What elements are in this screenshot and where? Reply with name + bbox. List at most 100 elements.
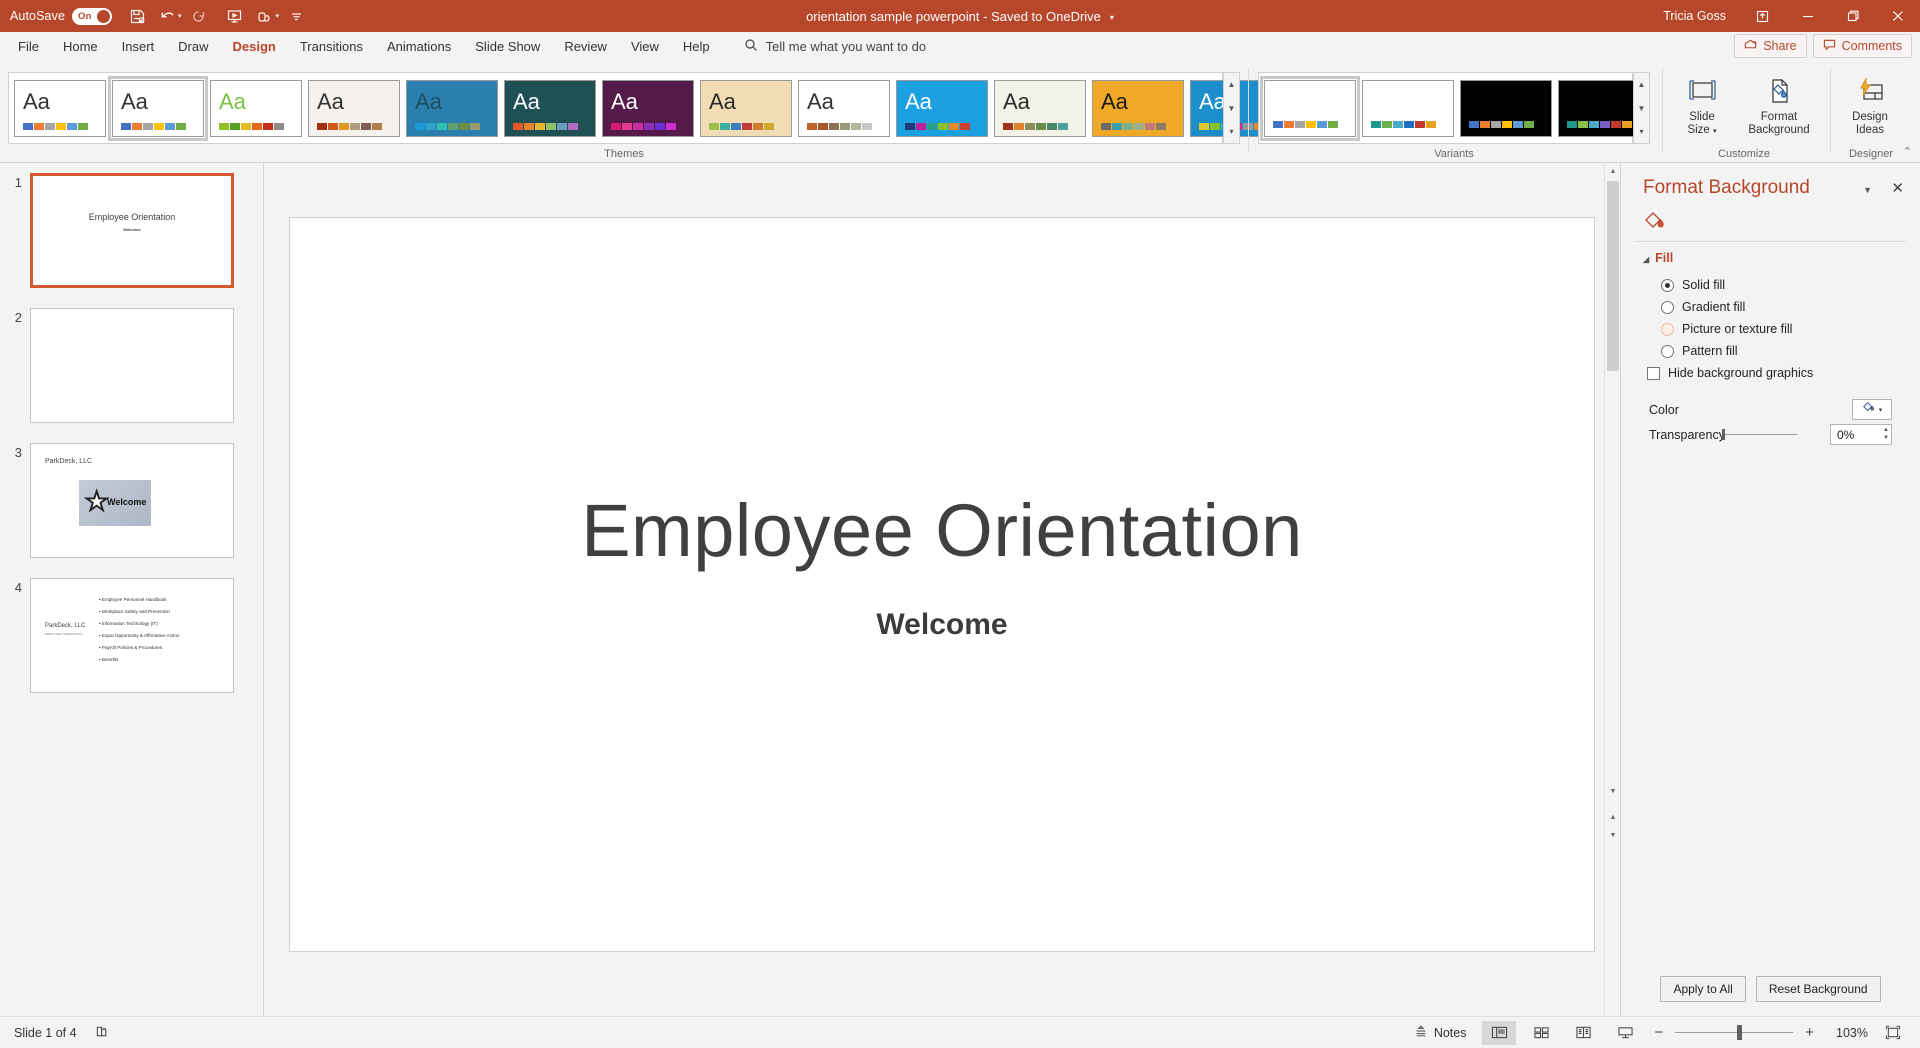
color-picker-button[interactable]: ▾	[1852, 399, 1892, 420]
slide-thumbnail-4[interactable]: ParkDeck, LLC EMPLOYEE ORIENTATION • Emplo…	[30, 578, 234, 693]
theme-tile-celestial-theme[interactable]: Aa	[896, 79, 988, 137]
user-name-label[interactable]: Tricia Goss	[1663, 9, 1726, 23]
gradient-fill-option[interactable]: Gradient fill	[1661, 300, 1745, 314]
theme-tile-crop-theme[interactable]: Aa	[798, 79, 890, 137]
scroll-up-icon[interactable]: ▲	[1605, 163, 1621, 179]
slide-thumbnail-2[interactable]	[30, 308, 234, 423]
slide-thumbnail-row[interactable]: 1 Employee Orientation Welcome	[0, 173, 250, 288]
gradient-fill-radio[interactable]	[1661, 300, 1674, 314]
design-ideas-button[interactable]: Design Ideas	[1838, 70, 1902, 146]
slide-thumbnail-panel[interactable]: 1 Employee Orientation Welcome 2 3 ParkDeck, …	[0, 163, 264, 1016]
slide-show-icon[interactable]	[1608, 1021, 1642, 1045]
color-dropdown-caret[interactable]: ▾	[1879, 406, 1883, 414]
scroll-down-icon[interactable]: ▼	[1605, 783, 1621, 799]
variant-tile-variant-1[interactable]	[1260, 75, 1360, 141]
slide-canvas[interactable]: Employee Orientation Welcome	[289, 217, 1595, 952]
hide-background-graphics-checkbox[interactable]	[1647, 366, 1660, 380]
theme-tile-badge-theme[interactable]: Aa	[700, 79, 792, 137]
tab-review[interactable]: Review	[552, 33, 619, 59]
zoom-out-button[interactable]: −	[1650, 1024, 1667, 1041]
start-presentation-icon[interactable]	[220, 1, 250, 31]
theme-tile-office-theme-2[interactable]: Aa	[108, 75, 208, 141]
tab-draw[interactable]: Draw	[166, 33, 220, 59]
maximize-icon[interactable]	[1830, 0, 1875, 32]
customize-qat-icon[interactable]	[281, 1, 311, 31]
fill-bucket-icon[interactable]	[1643, 209, 1669, 238]
variants-gallery-scrollbar[interactable]: ▲ ▼ ▾	[1633, 72, 1650, 144]
slide-thumbnail-row[interactable]: 2	[0, 308, 250, 423]
themes-gallery-scrollbar[interactable]: ▲ ▼ ▾	[1223, 72, 1240, 144]
redo-icon[interactable]	[184, 1, 214, 31]
next-slide-icon[interactable]: ▼	[1605, 827, 1621, 843]
tab-transitions[interactable]: Transitions	[288, 33, 375, 59]
hide-background-graphics-option[interactable]: Hide background graphics	[1647, 366, 1813, 380]
fit-slide-to-window-icon[interactable]	[1876, 1021, 1910, 1045]
save-icon[interactable]	[122, 1, 152, 31]
touch-mode-caret[interactable]: ▾	[276, 12, 280, 20]
tab-slide-show[interactable]: Slide Show	[463, 33, 552, 59]
apply-to-all-button[interactable]: Apply to All	[1660, 976, 1746, 1002]
share-button[interactable]: Share	[1734, 34, 1807, 58]
zoom-slider-handle[interactable]	[1737, 1025, 1743, 1040]
variant-tile-variant-3[interactable]	[1460, 79, 1552, 137]
variants-gallery[interactable]	[1258, 72, 1650, 144]
pane-close-icon[interactable]: ✕	[1891, 179, 1904, 197]
pattern-fill-option[interactable]: Pattern fill	[1661, 344, 1738, 358]
tab-design[interactable]: Design	[221, 33, 288, 59]
variant-tile-variant-2[interactable]	[1362, 79, 1454, 137]
pane-options-caret-icon[interactable]: ▼	[1863, 185, 1872, 195]
variants-scroll-down-icon[interactable]: ▼	[1634, 97, 1649, 120]
reset-background-button[interactable]: Reset Background	[1755, 976, 1881, 1002]
tab-file[interactable]: File	[6, 33, 51, 59]
variants-more-icon[interactable]: ▾	[1634, 120, 1649, 143]
comments-button[interactable]: Comments	[1812, 34, 1912, 58]
transparency-spin-box[interactable]: 0% ▲ ▼	[1830, 424, 1892, 445]
zoom-level-label[interactable]: 103%	[1826, 1026, 1868, 1040]
slide-thumbnail-row[interactable]: 4 ParkDeck, LLC EMPLOYEE ORIENTATION • Empl…	[0, 578, 250, 693]
slide-size-button[interactable]: Slide Size ▾	[1670, 70, 1734, 146]
slide-thumbnail-row[interactable]: 3 ParkDeck, LLC ★ Welcome	[0, 443, 250, 558]
transparency-slider-handle[interactable]	[1722, 429, 1725, 440]
transparency-spin-down-icon[interactable]: ▼	[1883, 434, 1889, 442]
reading-view-icon[interactable]	[1566, 1021, 1600, 1045]
slide-title-placeholder[interactable]: Employee Orientation	[290, 488, 1594, 573]
format-background-button[interactable]: Format Background	[1736, 70, 1822, 146]
normal-view-icon[interactable]	[1482, 1020, 1517, 1045]
transparency-spin-up-icon[interactable]: ▲	[1883, 426, 1889, 434]
theme-tile-frame-theme[interactable]: Aa	[1092, 79, 1184, 137]
fill-section-header[interactable]: ◢ Fill	[1643, 251, 1673, 265]
variants-scroll-up-icon[interactable]: ▲	[1634, 73, 1649, 96]
slide-thumbnail-3[interactable]: ParkDeck, LLC ★ Welcome	[30, 443, 234, 558]
minimize-icon[interactable]	[1785, 0, 1830, 32]
theme-tile-quotable-theme[interactable]: Aa	[504, 79, 596, 137]
slide-area-vertical-scrollbar[interactable]: ▲ ▼ ▲ ▼	[1604, 163, 1620, 1016]
accessibility-check-icon[interactable]: x	[95, 1024, 110, 1042]
notes-button[interactable]: Notes	[1414, 1024, 1466, 1041]
transparency-spinner[interactable]: ▲ ▼	[1883, 426, 1889, 442]
theme-tile-berlin-theme[interactable]: Aa	[602, 79, 694, 137]
picture-or-texture-fill-option[interactable]: Picture or texture fill	[1661, 322, 1792, 336]
undo-dropdown-caret[interactable]: ▾	[178, 12, 182, 20]
collapse-ribbon-icon[interactable]: ⌃	[1903, 145, 1912, 158]
tell-me-search[interactable]: Tell me what you want to do	[744, 38, 926, 55]
theme-tile-facet-theme[interactable]: Aa	[210, 79, 302, 137]
tab-insert[interactable]: Insert	[110, 33, 167, 59]
slide-subtitle-placeholder[interactable]: Welcome	[290, 608, 1594, 642]
title-dropdown-caret[interactable]: ▾	[1110, 13, 1114, 22]
scroll-thumb[interactable]	[1607, 181, 1619, 371]
themes-more-icon[interactable]: ▾	[1224, 120, 1239, 143]
theme-tile-droplet-theme[interactable]: Aa	[994, 79, 1086, 137]
slide-sorter-icon[interactable]	[1524, 1021, 1558, 1045]
transparency-slider-track[interactable]	[1725, 434, 1797, 435]
solid-fill-radio[interactable]	[1661, 278, 1674, 292]
zoom-slider[interactable]	[1675, 1025, 1794, 1040]
tab-home[interactable]: Home	[51, 33, 110, 59]
tab-animations[interactable]: Animations	[375, 33, 463, 59]
theme-tile-office-theme[interactable]: Aa	[14, 79, 106, 137]
picture-or-texture-fill-radio[interactable]	[1661, 322, 1674, 336]
autosave-toggle[interactable]: On	[72, 7, 113, 25]
tab-view[interactable]: View	[619, 33, 671, 59]
previous-slide-icon[interactable]: ▲	[1605, 809, 1621, 825]
tab-help[interactable]: Help	[671, 33, 722, 59]
themes-scroll-down-icon[interactable]: ▼	[1224, 97, 1239, 120]
